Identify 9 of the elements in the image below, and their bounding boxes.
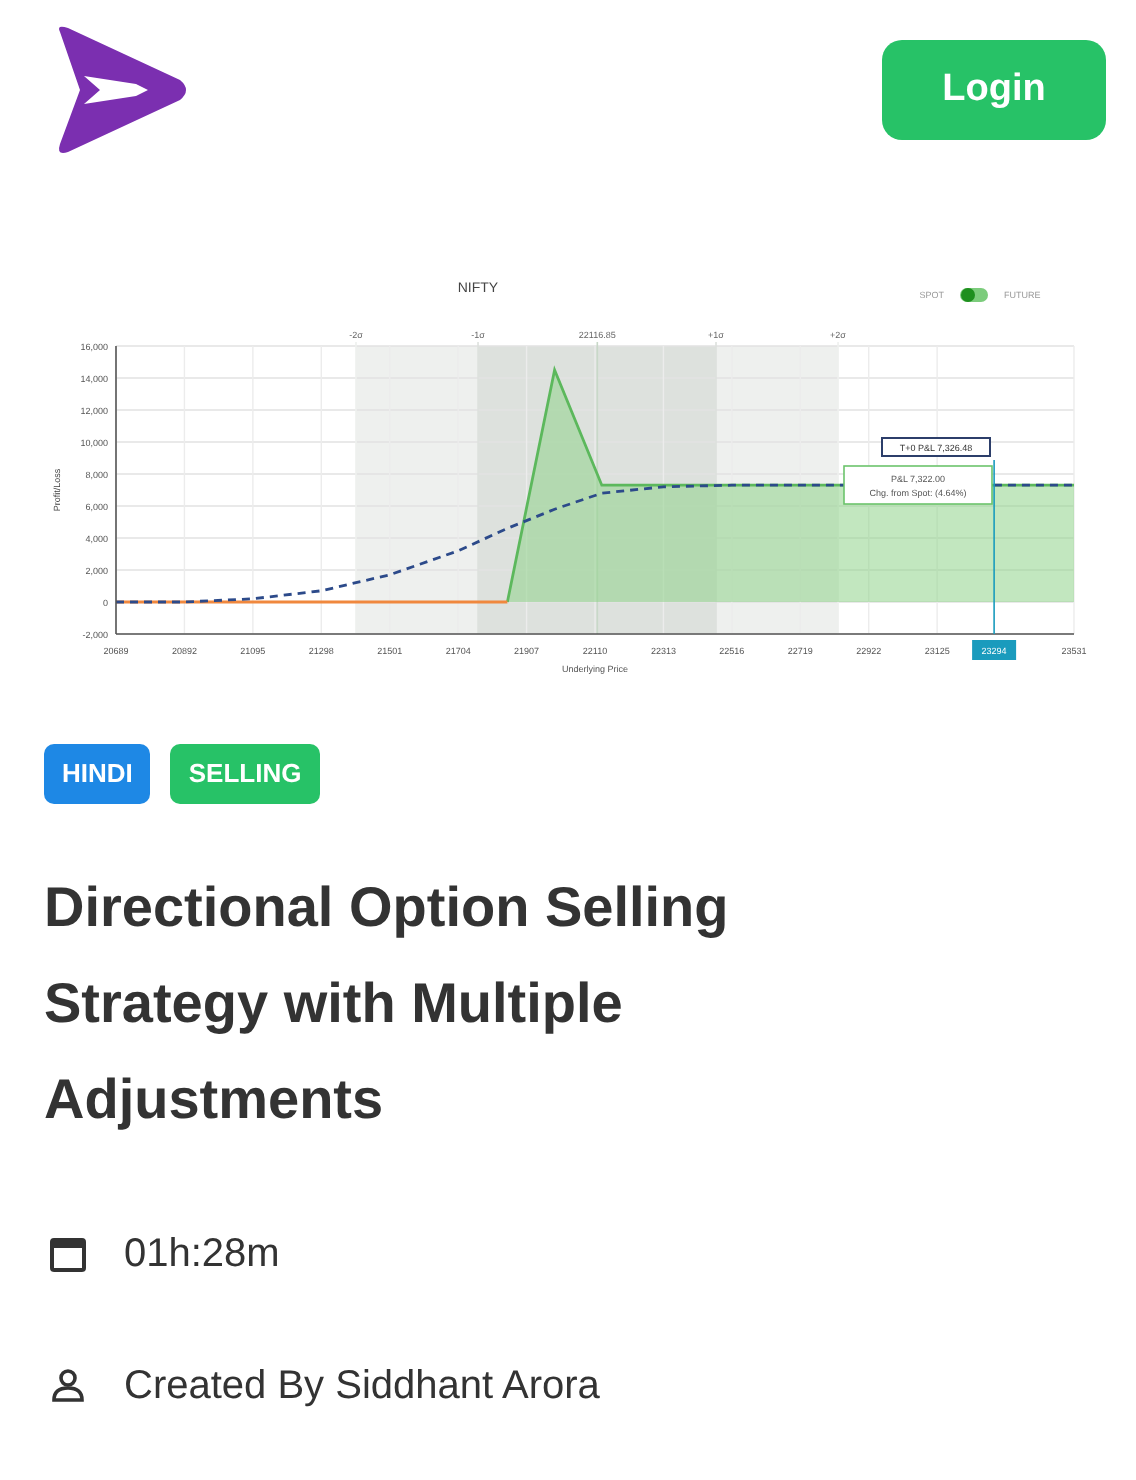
duration-text: 01h:28m: [124, 1230, 280, 1280]
person-icon: [48, 1366, 88, 1406]
calendar-icon: [48, 1234, 88, 1274]
category-tag: HINDI: [44, 744, 151, 804]
toggle-switch[interactable]: [960, 288, 988, 302]
author-text: Created By Siddhant Arora: [124, 1362, 600, 1412]
login-button[interactable]: Login: [882, 40, 1106, 140]
course-title: Directional Option Selling Strategy with Multiple Adjustments: [44, 874, 731, 1134]
category-tag: SELLING: [170, 744, 320, 804]
